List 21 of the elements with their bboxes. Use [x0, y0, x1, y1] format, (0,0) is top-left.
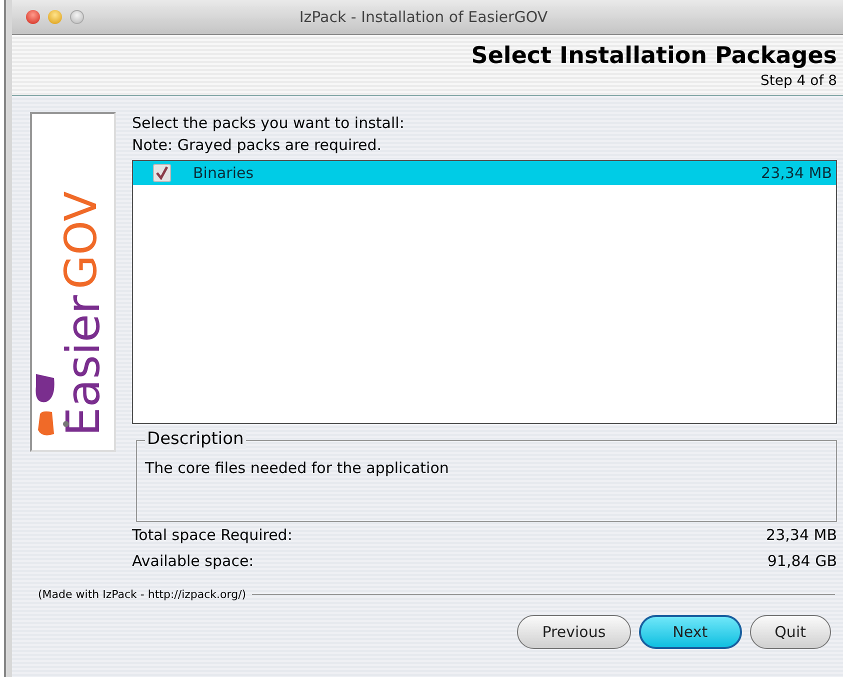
logo-word: GOV — [60, 190, 106, 289]
pack-size: 23,34 MB — [761, 164, 832, 182]
close-button[interactable] — [26, 10, 40, 24]
step-indicator: Step 4 of 8 — [759, 73, 837, 89]
wizard-button[interactable]: Next — [638, 615, 742, 649]
logo-word: Easier — [60, 294, 106, 436]
space-label: Available space: — [132, 551, 254, 572]
credit-text: (Made with IzPack - http://izpack.org/) — [38, 588, 246, 601]
instruction-text: Select the packs you want to install: — [132, 113, 406, 134]
pack-name: Binaries — [193, 164, 255, 182]
instruction-text: Note: Grayed packs are required. — [132, 135, 383, 156]
wizard-button[interactable]: Previous — [517, 615, 631, 649]
window-title: IzPack - Installation of EasierGOV — [298, 8, 549, 26]
space-value: 23,34 MB — [766, 525, 837, 546]
description-text: The core files needed for the application — [145, 459, 450, 477]
space-value: 91,84 GB — [767, 551, 837, 572]
space-label: Total space Required: — [132, 525, 292, 546]
wizard-button[interactable]: Quit — [750, 615, 831, 649]
zoom-button[interactable] — [70, 10, 84, 24]
page-title: Select Installation Packages — [470, 43, 837, 69]
group-legend: Description — [145, 429, 246, 449]
